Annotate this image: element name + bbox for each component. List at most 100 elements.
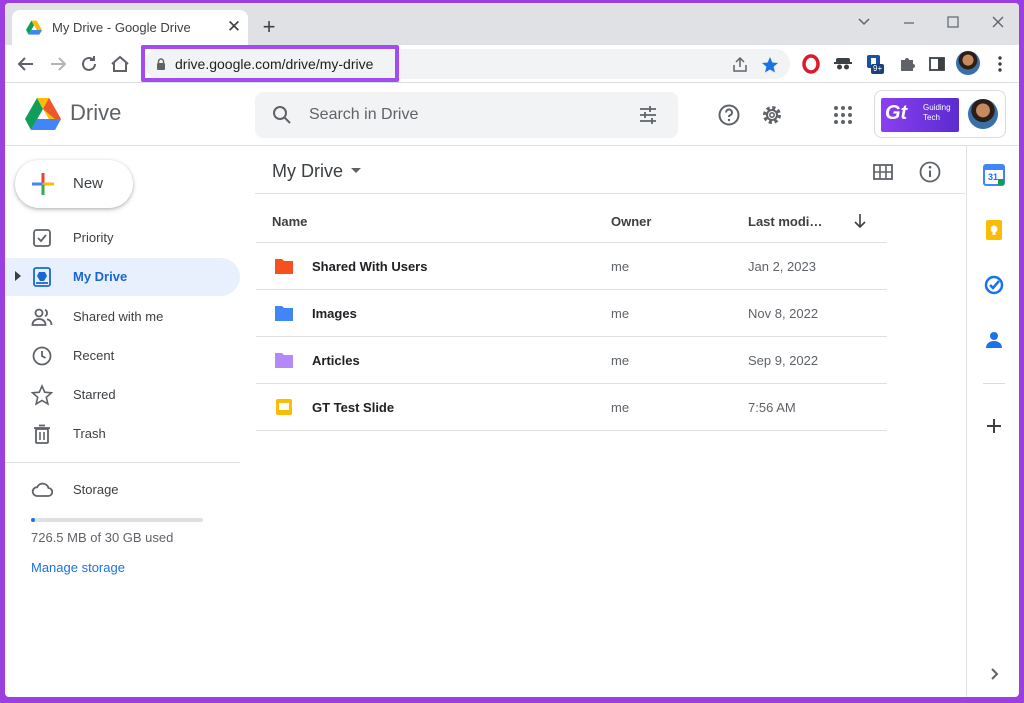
folder-icon xyxy=(275,259,293,274)
brand-text: Guiding Tech xyxy=(923,103,951,123)
help-icon[interactable] xyxy=(717,103,741,127)
url-highlight-box xyxy=(141,45,399,82)
home-icon[interactable] xyxy=(109,53,131,75)
sidebar-item-label: My Drive xyxy=(73,269,128,284)
file-modified: Sep 9, 2022 xyxy=(748,353,819,368)
tab-close-icon[interactable]: ✕ xyxy=(224,17,244,37)
sidebar-item-recent[interactable]: Recent xyxy=(5,337,240,375)
reload-icon[interactable] xyxy=(78,53,100,75)
title-dropdown-icon[interactable] xyxy=(351,168,361,173)
browser-tab[interactable]: My Drive - Google Drive ✕ xyxy=(12,10,248,45)
side-apps-panel: 31 xyxy=(966,146,1019,697)
new-tab-button[interactable]: + xyxy=(257,16,281,40)
storage-progress-bar xyxy=(31,518,203,522)
drive-logo-icon[interactable] xyxy=(25,98,61,130)
search-input[interactable] xyxy=(309,92,619,138)
sidebar-item-storage[interactable]: Storage xyxy=(5,471,240,509)
sidebar-item-label: Starred xyxy=(73,387,116,402)
sidebar-item-trash[interactable]: Trash xyxy=(5,415,240,453)
tasks-icon[interactable] xyxy=(983,274,1005,296)
brand-line-2: Tech xyxy=(923,113,940,122)
forward-arrow-icon[interactable] xyxy=(47,53,69,75)
minimize-icon[interactable] xyxy=(898,13,920,31)
table-row[interactable]: Shared With Users me Jan 2, 2023 xyxy=(256,242,887,289)
sidebar-item-starred[interactable]: Starred xyxy=(5,376,240,414)
side-panel-divider xyxy=(983,383,1005,384)
grid-view-icon[interactable] xyxy=(871,160,895,184)
tab-title: My Drive - Google Drive xyxy=(52,20,191,35)
brand-line-1: Guiding xyxy=(923,103,951,112)
brand-mark: Gt xyxy=(885,102,908,124)
column-header-modified[interactable]: Last modi… xyxy=(748,214,822,229)
sidebar-item-priority[interactable]: Priority xyxy=(5,219,240,257)
search-options-icon[interactable] xyxy=(637,104,659,126)
contacts-icon[interactable] xyxy=(983,329,1005,351)
page-title[interactable]: My Drive xyxy=(272,161,343,182)
tab-search-icon[interactable] xyxy=(853,13,875,31)
info-icon[interactable] xyxy=(918,160,942,184)
folder-icon xyxy=(275,306,293,321)
sort-arrow-icon[interactable] xyxy=(851,212,869,230)
storage-progress-fill xyxy=(31,518,36,522)
calendar-app[interactable]: 31 xyxy=(983,164,1005,186)
new-button[interactable]: New xyxy=(15,160,133,208)
header-divider xyxy=(255,193,965,194)
expand-caret-icon[interactable] xyxy=(15,271,21,281)
table-row[interactable]: GT Test Slide me 7:56 AM xyxy=(256,383,887,430)
search-bar[interactable] xyxy=(255,92,678,138)
side-panel-icon[interactable] xyxy=(927,54,947,74)
file-owner: me xyxy=(611,400,630,415)
guiding-tech-logo: Gt Guiding Tech xyxy=(881,98,959,132)
file-name: Articles xyxy=(312,353,360,368)
clock-icon xyxy=(32,346,52,366)
sidebar-item-shared-with-me[interactable]: Shared with me xyxy=(5,298,240,336)
badge-extension-icon[interactable]: 9+ xyxy=(865,54,885,74)
browser-window: My Drive - Google Drive ✕ + drive.google… xyxy=(5,3,1019,697)
my-drive-icon xyxy=(33,267,51,287)
calendar-day: 31 xyxy=(988,172,999,182)
file-owner: me xyxy=(611,259,630,274)
table-row[interactable]: Images me Nov 8, 2022 xyxy=(256,289,887,336)
new-button-label: New xyxy=(73,175,104,192)
share-icon[interactable] xyxy=(731,56,749,74)
manage-storage-link[interactable]: Manage storage xyxy=(31,560,125,575)
slides-icon xyxy=(276,399,292,415)
sidebar-item-label: Priority xyxy=(73,230,114,245)
maximize-icon[interactable] xyxy=(942,13,964,31)
priority-icon xyxy=(33,229,51,247)
account-avatar[interactable] xyxy=(968,99,998,129)
file-name: Shared With Users xyxy=(312,259,428,274)
spy-extension-icon[interactable] xyxy=(833,54,853,74)
opera-extension-icon[interactable] xyxy=(801,54,821,74)
storage-usage-text: 726.5 MB of 30 GB used xyxy=(31,530,174,545)
sidebar: New Priority My Drive Shared with me Rec… xyxy=(5,146,250,697)
chevron-right-icon[interactable] xyxy=(983,663,1005,685)
drive-favicon-icon xyxy=(26,20,42,35)
close-window-icon[interactable] xyxy=(987,13,1009,31)
shared-icon xyxy=(31,308,53,326)
storage-label: Storage xyxy=(73,482,119,497)
puzzle-extensions-icon[interactable] xyxy=(897,54,917,74)
back-arrow-icon[interactable] xyxy=(15,53,37,75)
star-icon xyxy=(31,384,53,406)
column-header-owner[interactable]: Owner xyxy=(611,214,651,229)
bookmark-star-icon[interactable] xyxy=(761,56,779,74)
plus-icon xyxy=(32,173,54,195)
file-name: GT Test Slide xyxy=(312,400,395,415)
apps-grid-icon[interactable] xyxy=(831,103,855,127)
trash-icon xyxy=(34,424,50,444)
add-addon-icon[interactable] xyxy=(983,415,1005,437)
sidebar-item-my-drive[interactable]: My Drive xyxy=(5,258,240,296)
chrome-menu-icon[interactable] xyxy=(990,54,1010,74)
sidebar-item-label: Shared with me xyxy=(73,309,164,324)
column-header-name[interactable]: Name xyxy=(272,214,307,229)
search-icon[interactable] xyxy=(271,104,293,126)
account-switcher[interactable]: Gt Guiding Tech xyxy=(874,90,1006,138)
app-name[interactable]: Drive xyxy=(70,100,121,126)
keep-icon[interactable] xyxy=(983,219,1005,241)
sidebar-item-label: Trash xyxy=(73,426,106,441)
chrome-profile-avatar[interactable] xyxy=(956,51,980,75)
table-row[interactable]: Articles me Sep 9, 2022 xyxy=(256,336,887,383)
drive-header: Drive Gt Guiding Tech xyxy=(5,84,1019,146)
settings-gear-icon[interactable] xyxy=(760,103,784,127)
